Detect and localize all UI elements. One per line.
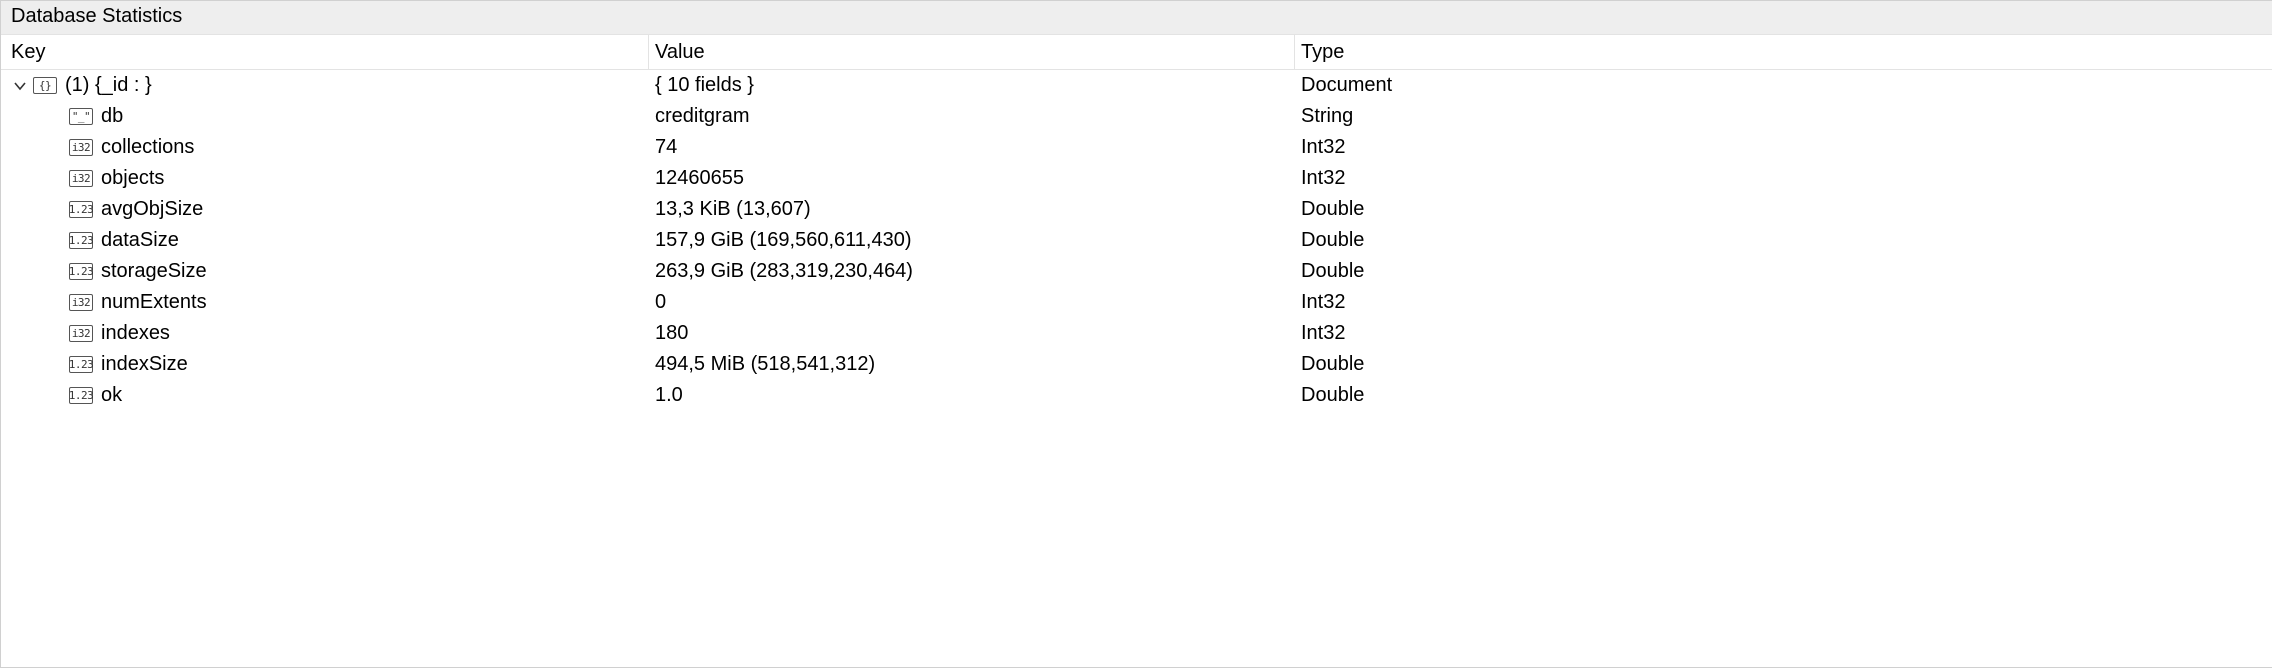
tree-row-datasize[interactable]: 1.23 dataSize 157,9 GiB (169,560,611,430…: [1, 225, 2272, 256]
value-cell: creditgram: [649, 101, 1295, 132]
double-type-icon: 1.23: [69, 356, 93, 373]
type-cell: Double: [1295, 194, 2272, 225]
type-cell: Double: [1295, 225, 2272, 256]
header-value[interactable]: Value: [649, 35, 1295, 69]
key-label: avgObjSize: [101, 194, 203, 225]
database-statistics-panel: Database Statistics Key Value Type {} (1…: [0, 0, 2272, 668]
string-type-icon: "_": [69, 108, 93, 125]
key-label: indexes: [101, 318, 170, 349]
key-label: db: [101, 101, 123, 132]
value-cell: 1.0: [649, 380, 1295, 411]
value-cell: 180: [649, 318, 1295, 349]
key-label: numExtents: [101, 287, 207, 318]
int32-type-icon: i32: [69, 139, 93, 156]
header-key[interactable]: Key: [1, 35, 649, 69]
double-type-icon: 1.23: [69, 387, 93, 404]
type-cell: Double: [1295, 349, 2272, 380]
tree-row-ok[interactable]: 1.23 ok 1.0 Double: [1, 380, 2272, 411]
type-cell: Int32: [1295, 287, 2272, 318]
int32-type-icon: i32: [69, 294, 93, 311]
root-type: Document: [1295, 70, 2272, 101]
value-cell: 157,9 GiB (169,560,611,430): [649, 225, 1295, 256]
key-label: ok: [101, 380, 122, 411]
stats-tree-grid: Key Value Type {} (1) {_id : } { 10 fiel…: [1, 34, 2272, 411]
value-cell: 12460655: [649, 163, 1295, 194]
column-headers: Key Value Type: [1, 35, 2272, 70]
chevron-down-icon[interactable]: [11, 79, 29, 93]
value-cell: 263,9 GiB (283,319,230,464): [649, 256, 1295, 287]
key-label: storageSize: [101, 256, 207, 287]
tree-row-db[interactable]: "_" db creditgram String: [1, 101, 2272, 132]
key-label: dataSize: [101, 225, 179, 256]
root-key-label: (1) {_id : }: [65, 70, 152, 101]
int32-type-icon: i32: [69, 325, 93, 342]
tree-row-avgobjsize[interactable]: 1.23 avgObjSize 13,3 KiB (13,607) Double: [1, 194, 2272, 225]
tree-row-indexsize[interactable]: 1.23 indexSize 494,5 MiB (518,541,312) D…: [1, 349, 2272, 380]
document-type-icon: {}: [33, 77, 57, 94]
double-type-icon: 1.23: [69, 232, 93, 249]
tree-row-objects[interactable]: i32 objects 12460655 Int32: [1, 163, 2272, 194]
tree-row-storagesize[interactable]: 1.23 storageSize 263,9 GiB (283,319,230,…: [1, 256, 2272, 287]
double-type-icon: 1.23: [69, 263, 93, 280]
type-cell: Int32: [1295, 318, 2272, 349]
value-cell: 494,5 MiB (518,541,312): [649, 349, 1295, 380]
tree-row-collections[interactable]: i32 collections 74 Int32: [1, 132, 2272, 163]
root-value: { 10 fields }: [649, 70, 1295, 101]
key-label: objects: [101, 163, 164, 194]
type-cell: String: [1295, 101, 2272, 132]
key-label: indexSize: [101, 349, 188, 380]
type-cell: Double: [1295, 380, 2272, 411]
type-cell: Int32: [1295, 132, 2272, 163]
value-cell: 0: [649, 287, 1295, 318]
tree-row-numextents[interactable]: i32 numExtents 0 Int32: [1, 287, 2272, 318]
key-label: collections: [101, 132, 194, 163]
tree-row-indexes[interactable]: i32 indexes 180 Int32: [1, 318, 2272, 349]
value-cell: 74: [649, 132, 1295, 163]
int32-type-icon: i32: [69, 170, 93, 187]
type-cell: Double: [1295, 256, 2272, 287]
double-type-icon: 1.23: [69, 201, 93, 218]
type-cell: Int32: [1295, 163, 2272, 194]
header-type[interactable]: Type: [1295, 35, 2272, 69]
value-cell: 13,3 KiB (13,607): [649, 194, 1295, 225]
panel-title: Database Statistics: [1, 1, 2272, 34]
tree-root-row[interactable]: {} (1) {_id : } { 10 fields } Document: [1, 70, 2272, 101]
